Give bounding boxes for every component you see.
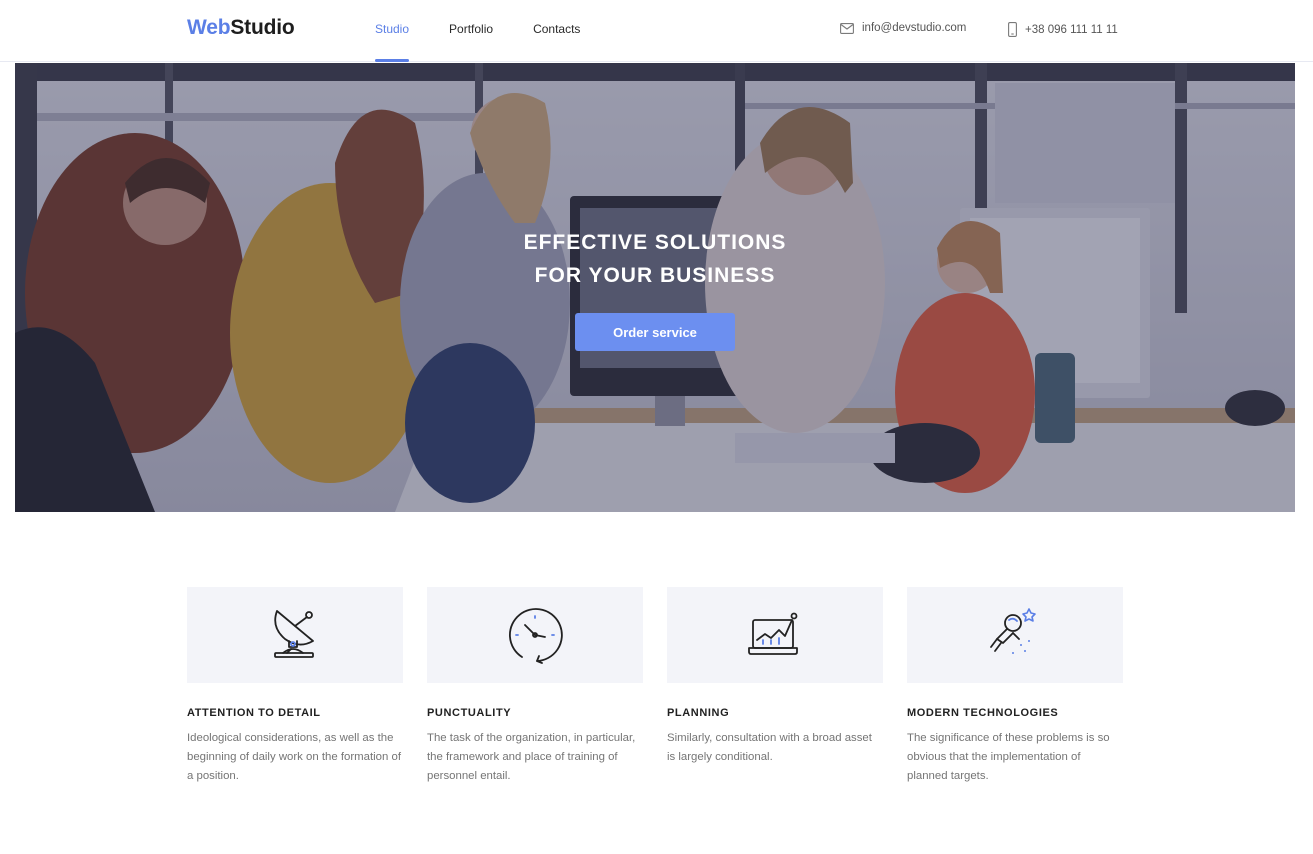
logo-rest-text: Studio [230,16,295,39]
main-nav: Studio Portfolio Contacts [375,0,620,62]
laptop-chart-icon [748,612,798,655]
feature-title: PLANNING [667,707,730,719]
hero-banner: EFFECTIVE SOLUTIONS FOR YOUR BUSINESS Or… [15,63,1295,512]
nav-item-contacts[interactable]: Contacts [533,0,580,62]
phone-text: +38 096 111 11 11 [1025,23,1118,36]
nav-item-portfolio[interactable]: Portfolio [449,0,493,62]
feature-card: PUNCTUALITY The task of the organization… [427,587,643,786]
satellite-dish-icon [274,610,314,658]
feature-card: MODERN TECHNOLOGIES The significance of … [907,587,1123,786]
email-link[interactable]: info@devstudio.com [840,22,966,34]
features-section: ATTENTION TO DETAIL Ideological consider… [187,587,1123,786]
feature-icon-box [187,587,403,683]
feature-text: The significance of these problems is so… [907,732,1110,782]
logo[interactable]: WebStudio [187,16,295,40]
logo-accent-text: Web [187,16,231,39]
clock-icon [509,608,563,664]
feature-card: PLANNING Similarly, consultation with a … [667,587,883,786]
feature-icon-box [907,587,1123,683]
feature-text: Similarly, consultation with a broad ass… [667,732,872,763]
hero-title-line2: FOR YOUR BUSINESS [534,264,776,287]
feature-title: PUNCTUALITY [427,707,512,719]
feature-icon-box [667,587,883,683]
feature-title: ATTENTION TO DETAIL [187,707,321,719]
astronaut-icon [990,608,1036,654]
email-text: info@devstudio.com [862,22,967,34]
site-header: WebStudio Studio Portfolio Contacts info… [0,0,1313,62]
hero-title: EFFECTIVE SOLUTIONS FOR YOUR BUSINESS [15,226,1295,292]
feature-text: The task of the organization, in particu… [427,732,636,782]
hero-title-line1: EFFECTIVE SOLUTIONS [523,231,787,254]
nav-item-studio[interactable]: Studio [375,0,410,62]
feature-card: ATTENTION TO DETAIL Ideological consider… [187,587,403,786]
phone-icon [1008,22,1017,37]
feature-text: Ideological considerations, as well as t… [187,732,402,782]
envelope-icon [840,22,854,34]
phone-link[interactable]: +38 096 111 11 11 [1008,22,1118,37]
order-service-button[interactable]: Order service [575,313,735,351]
feature-title: MODERN TECHNOLOGIES [907,707,1059,719]
feature-icon-box [427,587,643,683]
